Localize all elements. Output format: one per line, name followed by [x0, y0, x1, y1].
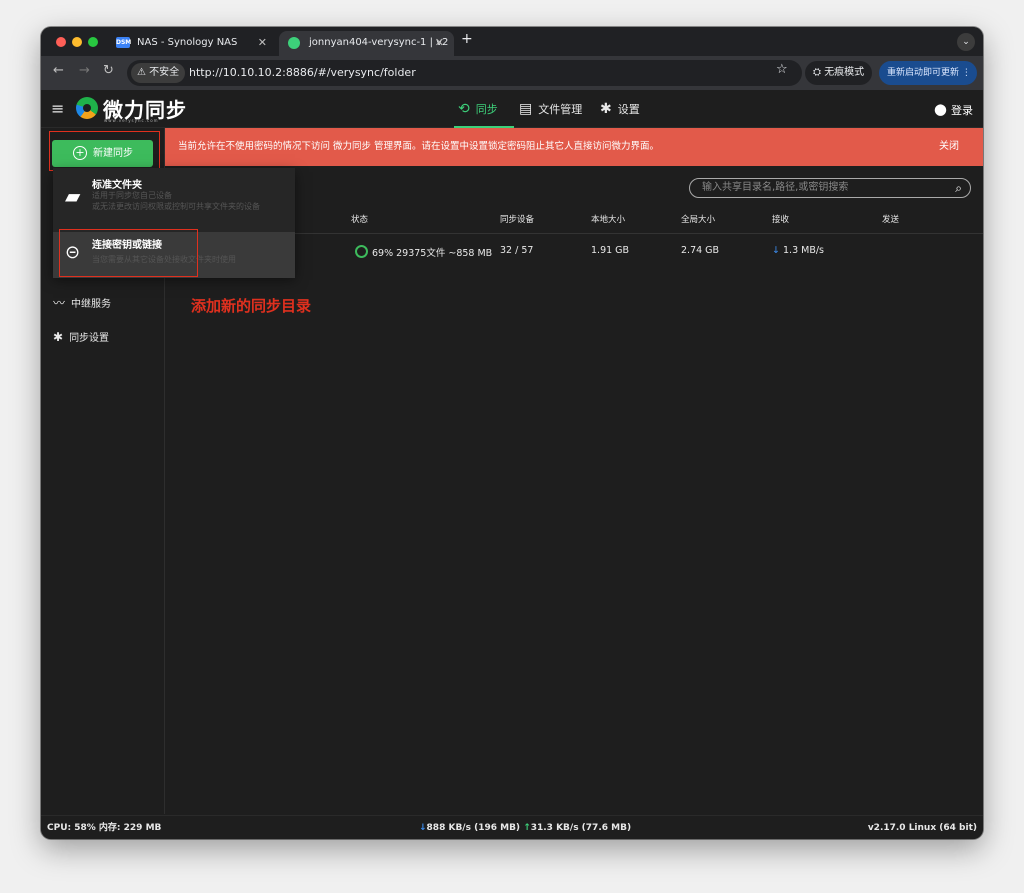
reload-icon[interactable]: ↻: [103, 63, 114, 78]
tab-verysync[interactable]: jonnyan404-verysync-1 | v2 ✕: [279, 31, 454, 56]
verysync-icon: [288, 37, 300, 49]
security-chip[interactable]: ⚠ 不安全: [131, 63, 186, 83]
dsm-icon: DSM: [116, 37, 132, 48]
login-button[interactable]: ● 登录: [934, 90, 973, 130]
banner-close-button[interactable]: 关闭: [939, 128, 959, 166]
user-icon: ●: [933, 100, 947, 118]
forward-icon[interactable]: →: [79, 63, 90, 78]
url-text[interactable]: http://10.10.10.2:8886/#/verysync/folder: [189, 60, 416, 86]
restart-label: 重新启动即可更新: [887, 68, 960, 78]
folder-local-size: 1.91 GB: [591, 245, 630, 256]
relay-icon: 〰: [53, 296, 66, 310]
search-input[interactable]: 输入共享目录名,路径,或密钥搜索 ⌕: [689, 178, 971, 198]
address-bar: ← → ↻ ⚠ 不安全 http://10.10.10.2:8886/#/ver…: [41, 56, 983, 90]
nav-label: 文件管理: [538, 103, 583, 116]
search-placeholder: 输入共享目录名,路径,或密钥搜索: [702, 182, 849, 193]
dropdown-item-standard-folder[interactable]: ▰ 标准文件夹 适用于同步您自己设备 或无法更改访问权限或控制可共享文件夹的设备: [53, 172, 295, 218]
nav-files[interactable]: ▤ 文件管理: [519, 90, 582, 128]
logo-subtext: www.verysync.com: [104, 118, 159, 123]
file-icon: ▤: [519, 101, 533, 117]
close-icon[interactable]: ✕: [258, 31, 267, 54]
sync-icon: ⟲: [458, 101, 470, 117]
minimize-window-button[interactable]: [72, 37, 82, 47]
annotation-text: 添加新的同步目录: [191, 297, 312, 315]
incognito-chip[interactable]: ⛭ 无痕模式: [805, 61, 873, 85]
folder-devices: 32 / 57: [500, 245, 534, 256]
restart-update-button[interactable]: 重新启动即可更新 ⋮: [879, 61, 977, 85]
down-arrow-icon: ↓: [419, 823, 427, 833]
folder-global-size: 2.74 GB: [681, 245, 720, 256]
resource-usage: CPU: 58% 内存: 229 MB: [47, 823, 162, 833]
gear-icon: ✱: [600, 101, 612, 117]
folder-receive-rate: ↓ 1.3 MB/s: [772, 245, 824, 256]
receive-value: 1.3 MB/s: [783, 245, 824, 256]
column-header-global-size[interactable]: 全局大小: [681, 213, 715, 225]
status-bar: CPU: 58% 内存: 229 MB ↓888 KB/s (196 MB) ↑…: [41, 815, 983, 839]
login-label: 登录: [951, 104, 973, 117]
sidebar-item-sync-settings[interactable]: ✱ 同步设置: [53, 329, 109, 344]
nav-sync[interactable]: ⟲ 同步: [454, 90, 514, 128]
column-header-receive[interactable]: 接收: [772, 213, 789, 225]
folder-plus-icon: ▰: [65, 184, 81, 208]
column-header-send[interactable]: 发送: [882, 213, 899, 225]
column-header-local-size[interactable]: 本地大小: [591, 213, 625, 225]
sidebar-item-label: 同步设置: [69, 333, 110, 344]
transfer-rates: ↓888 KB/s (196 MB) ↑31.3 KB/s (77.6 MB): [419, 816, 631, 839]
zoom-window-button[interactable]: [88, 37, 98, 47]
sidebar-item-relay[interactable]: 〰中继服务: [53, 294, 111, 311]
nav-label: 同步: [475, 103, 498, 116]
dropdown-item-desc: 或无法更改访问权限或控制可共享文件夹的设备: [92, 202, 260, 211]
tab-label: NAS - Synology NAS: [137, 37, 238, 48]
search-icon[interactable]: ⌕: [955, 179, 962, 197]
progress-ring-icon: [355, 245, 368, 258]
logo-icon: [76, 97, 98, 119]
app-header: ≡ 微力同步 www.verysync.com ⟲ 同步 ▤ 文件管理 ✱ 设置 ● 登…: [41, 90, 983, 128]
nav-label: 设置: [617, 103, 640, 116]
down-arrow-icon: ↓: [772, 245, 780, 256]
new-tab-button[interactable]: +: [461, 31, 473, 47]
close-icon[interactable]: ✕: [435, 31, 444, 54]
download-rate: 888 KB/s (196 MB): [426, 823, 521, 833]
sidebar-item-label: 中继服务: [71, 299, 112, 310]
warning-banner: 当前允许在不使用密码的情况下访问 微力同步 管理界面。请在设置中设置锁定密码阻止…: [165, 128, 983, 166]
nav-settings[interactable]: ✱ 设置: [600, 90, 640, 128]
dropdown-item-title: 标准文件夹: [92, 180, 142, 191]
highlight-box-new-sync: [49, 131, 160, 171]
column-header-status[interactable]: 状态: [351, 213, 368, 225]
omnibox[interactable]: ⚠ 不安全 http://10.10.10.2:8886/#/verysync/…: [127, 60, 802, 86]
tab-bar: DSM NAS - Synology NAS ✕ jonnyan404-very…: [41, 27, 983, 56]
insecure-label: 不安全: [149, 67, 180, 78]
chevron-down-icon[interactable]: ⌄: [957, 33, 975, 51]
banner-text: 当前允许在不使用密码的情况下访问 微力同步 管理界面。请在设置中设置锁定密码阻止…: [178, 141, 660, 152]
close-window-button[interactable]: [56, 37, 66, 47]
bookmark-star-icon[interactable]: ☆: [776, 62, 788, 77]
column-header-devices[interactable]: 同步设备: [500, 213, 534, 225]
version-info: v2.17.0 Linux (64 bit): [867, 823, 977, 833]
menu-icon[interactable]: ≡: [51, 99, 64, 118]
folder-status: 69% 29375文件 ~858 MB: [372, 248, 493, 259]
highlight-box-connect-key: [59, 229, 198, 277]
dropdown-item-desc: 适用于同步您自己设备: [92, 191, 172, 200]
upload-rate: 31.3 KB/s (77.6 MB): [530, 823, 632, 833]
browser-window: DSM NAS - Synology NAS ✕ jonnyan404-very…: [41, 27, 983, 839]
back-icon[interactable]: ←: [53, 63, 64, 78]
tab-label: jonnyan404-verysync-1 | v2: [309, 37, 449, 48]
tab-nas[interactable]: DSM NAS - Synology NAS ✕: [107, 31, 277, 56]
incognito-label: 无痕模式: [824, 67, 865, 78]
gear-icon: ✱: [53, 330, 64, 344]
up-arrow-icon: ↑: [523, 823, 531, 833]
